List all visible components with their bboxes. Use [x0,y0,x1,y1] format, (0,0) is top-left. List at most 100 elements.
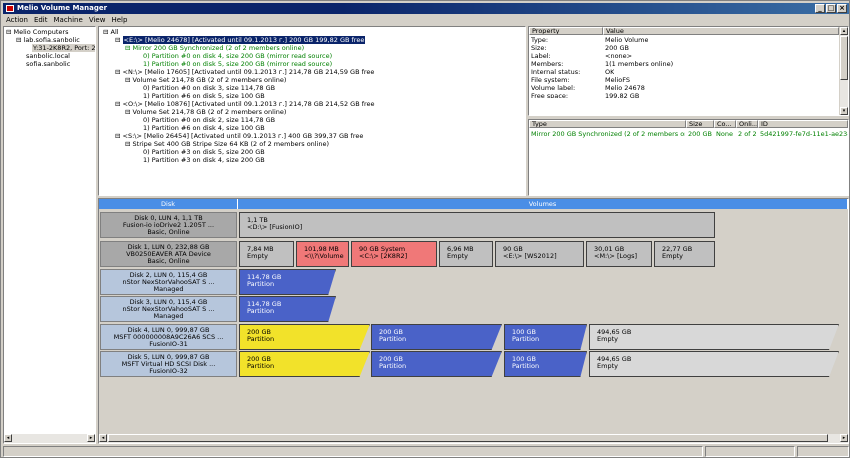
props-scrollbar[interactable]: ▴ ▾ [839,27,848,115]
prop-name: Label: [531,52,551,60]
partition[interactable]: 30,01 GB <M:\> [Logs] [586,241,652,267]
member-online: 2 of 2 [738,130,757,138]
scroll-up-icon[interactable]: ▴ [840,27,848,35]
prop-name: Members: [531,60,564,68]
disk-label-1[interactable]: Disk 1, LUN 0, 232,88 GB VB0250EAVER ATA … [100,241,237,267]
partition[interactable]: 100 GB Partition [504,351,587,377]
vtree-volume-set[interactable]: ⊟ Volume Set 214,78 GB (2 of 2 members o… [125,76,286,84]
status-bar [3,446,849,457]
menu-machine[interactable]: Machine [51,15,86,25]
partition[interactable]: 100 GB Partition [504,324,587,350]
vtree-volume-o[interactable]: ⊟ <O:\> [Melio 10876] [Activated until 0… [115,100,375,108]
partition[interactable]: 200 GB Partition [371,324,502,350]
col-type[interactable]: Type [529,120,686,128]
prop-value: <none> [605,52,633,60]
title-bar: Melio Volume Manager _ □ × [3,3,849,14]
prop-value: MelioFS [605,76,630,84]
col-id[interactable]: ID [758,120,848,128]
partition[interactable]: 200 GB Partition [239,351,370,377]
menu-edit[interactable]: Edit [31,15,51,25]
tree-item-y31-2k8r2[interactable]: Y:31-2K8R2, Port: 24 [32,44,95,52]
vtree-member[interactable]: 0) Partition #0 on disk 3, size 114,78 G… [143,84,275,92]
partition[interactable]: 114,78 GB Partition [239,269,336,295]
vtree-member[interactable]: 0) Partition #3 on disk 5, size 200 GB [143,148,265,156]
tree-item-sofia-sanbolic[interactable]: sofia.sanbolic [26,60,70,68]
partition[interactable]: 200 GB Partition [239,324,370,350]
col-co[interactable]: Co... [714,120,736,128]
close-button[interactable]: × [837,4,847,13]
col-value[interactable]: Value [603,27,839,35]
prop-name: File system: [531,76,570,84]
vtree-member[interactable]: 1) Partition #6 on disk 5, size 100 GB [143,92,265,100]
prop-name: Type: [531,36,549,44]
prop-value: Melio Volume [605,36,649,44]
disk-label-4[interactable]: Disk 4, LUN 0, 999,87 GB MSFT 000000008A9… [100,324,237,350]
scroll-left-icon[interactable]: ◂ [99,434,107,442]
menu-view[interactable]: View [86,15,109,25]
menu-action[interactable]: Action [3,15,31,25]
tree-hscrollbar[interactable]: ◂ ▸ [4,434,95,443]
partition[interactable]: 22,77 GB Empty [654,241,715,267]
vtree-volume-s[interactable]: ⊟ <S:\> [Melio 26454] [Activated until 0… [115,132,363,140]
maximize-button[interactable]: □ [826,4,836,13]
partition[interactable]: 90 GB System <C:\> [2K8R2] [351,241,437,267]
vtree-stripe-set[interactable]: ⊟ Stripe Set 400 GB Stripe Size 64 KB (2… [125,140,329,148]
minimize-button[interactable]: _ [815,4,825,13]
vtree-member[interactable]: 1) Partition #3 on disk 4, size 200 GB [143,156,265,164]
disk-map: Disk Volumes Disk 0, LUN 4, 1,1 TB Fusion… [98,198,849,444]
vtree-mirror[interactable]: ⊟ Mirror 200 GB Synchronized (2 of 2 mem… [125,44,304,52]
vtree-member[interactable]: 1) Partition #6 on disk 4, size 100 GB [143,124,265,132]
prop-value: 200 GB [605,44,629,52]
partition[interactable]: 7,84 MB Empty [239,241,294,267]
partition[interactable]: 494,65 GB Empty [589,351,839,377]
menu-bar: Action Edit Machine View Help [3,15,849,25]
col-disk[interactable]: Disk [99,199,238,209]
scroll-thumb[interactable] [840,36,848,80]
partition[interactable]: 90 GB <E:\> [WS2012] [495,241,584,267]
prop-value: 1(1 members online) [605,60,674,68]
prop-name: Volume label: [531,84,576,92]
vtree-volume-set[interactable]: ⊟ Volume Set 214,78 GB (2 of 2 members o… [125,108,286,116]
vtree-member[interactable]: 0) Partition #0 on disk 4, size 200 GB (… [143,52,332,60]
prop-name: Size: [531,44,547,52]
disk-label-2[interactable]: Disk 2, LUN 0, 115,4 GB nStor NexStorVaho… [100,269,237,295]
properties-panel: Property Value Type: Melio Volume Size: 20… [528,26,849,116]
vtree-all[interactable]: ⊟ All [103,28,119,36]
volume-tree: ⊟ All ⊟ <E:\> [Melio 24678] [Activated u… [98,26,526,196]
scroll-right-icon[interactable]: ▸ [840,434,848,442]
prop-value: OK [605,68,615,76]
partition[interactable]: 494,65 GB Empty [589,324,839,350]
partition[interactable]: 1,1 TB <D:\> [FusionIO] [239,212,715,238]
member-co: None [716,130,733,138]
disk-label-3[interactable]: Disk 3, LUN 0, 115,4 GB nStor NexStorVaho… [100,296,237,322]
col-online[interactable]: Onli... [736,120,758,128]
tree-item-sanbolic-local[interactable]: sanbolic.local [26,52,70,60]
scroll-thumb[interactable] [108,434,828,442]
vtree-member[interactable]: 1) Partition #0 on disk 5, size 200 GB (… [143,60,332,68]
member-id: 5d421997-fe7d-11e1-ae23-009c0 [760,130,848,138]
scroll-right-icon[interactable]: ▸ [87,434,95,442]
col-volumes[interactable]: Volumes [238,199,848,209]
tree-item-lab-sofia[interactable]: ⊟ lab.sofia.sanbolic [16,36,80,44]
vtree-member[interactable]: 0) Partition #0 on disk 2, size 114,78 G… [143,116,275,124]
partition[interactable]: 6,96 MB Empty [439,241,493,267]
disk-hscrollbar[interactable]: ◂ ▸ [99,434,848,443]
col-size[interactable]: Size [686,120,714,128]
status-pane [705,446,795,457]
status-pane [3,446,703,457]
partition[interactable]: 114,78 GB Partition [239,296,336,322]
tree-root[interactable]: ⊟ Melio Computers [6,28,68,36]
scroll-left-icon[interactable]: ◂ [4,434,12,442]
partition[interactable]: 200 GB Partition [371,351,502,377]
app-window: Melio Volume Manager _ □ × Action Edit Mac… [0,0,850,458]
scroll-down-icon[interactable]: ▾ [840,107,848,115]
vtree-volume-e[interactable]: ⊟ <E:\> [Melio 24678] [Activated until 0… [115,36,366,44]
col-property[interactable]: Property [529,27,603,35]
disk-label-0[interactable]: Disk 0, LUN 4, 1,1 TB Fusion-io ioDrive2 … [100,212,237,238]
disk-label-5[interactable]: Disk 5, LUN 0, 999,87 GB MSFT Virtual HD … [100,351,237,377]
menu-help[interactable]: Help [108,15,130,25]
prop-name: Free space: [531,92,569,98]
prop-value: Melio 24678 [605,84,645,92]
partition[interactable]: 101,98 MB <\\?\Volume [296,241,349,267]
vtree-volume-n[interactable]: ⊟ <N:\> [Melio 17605] [Activated until 0… [115,68,374,76]
